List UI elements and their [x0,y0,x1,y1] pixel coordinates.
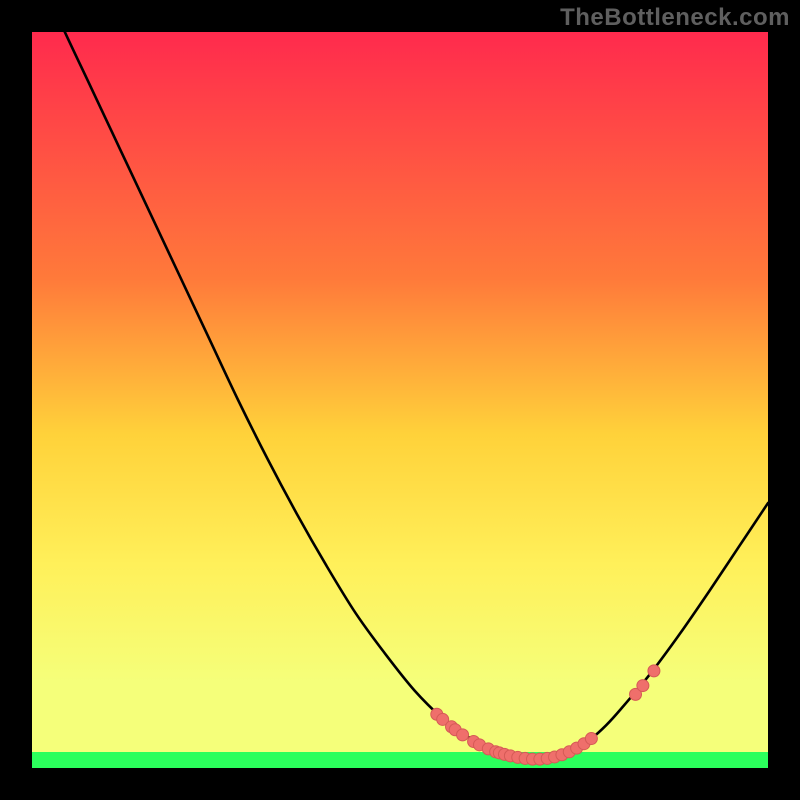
data-marker [457,729,469,741]
data-marker [637,680,649,692]
green-band [32,752,768,768]
gradient-background [32,32,768,682]
chart-stage: TheBottleneck.com [0,0,800,800]
data-marker [585,733,597,745]
data-marker [648,665,660,677]
yellow-band [32,682,768,752]
watermark: TheBottleneck.com [560,4,790,32]
chart-svg [0,0,800,800]
